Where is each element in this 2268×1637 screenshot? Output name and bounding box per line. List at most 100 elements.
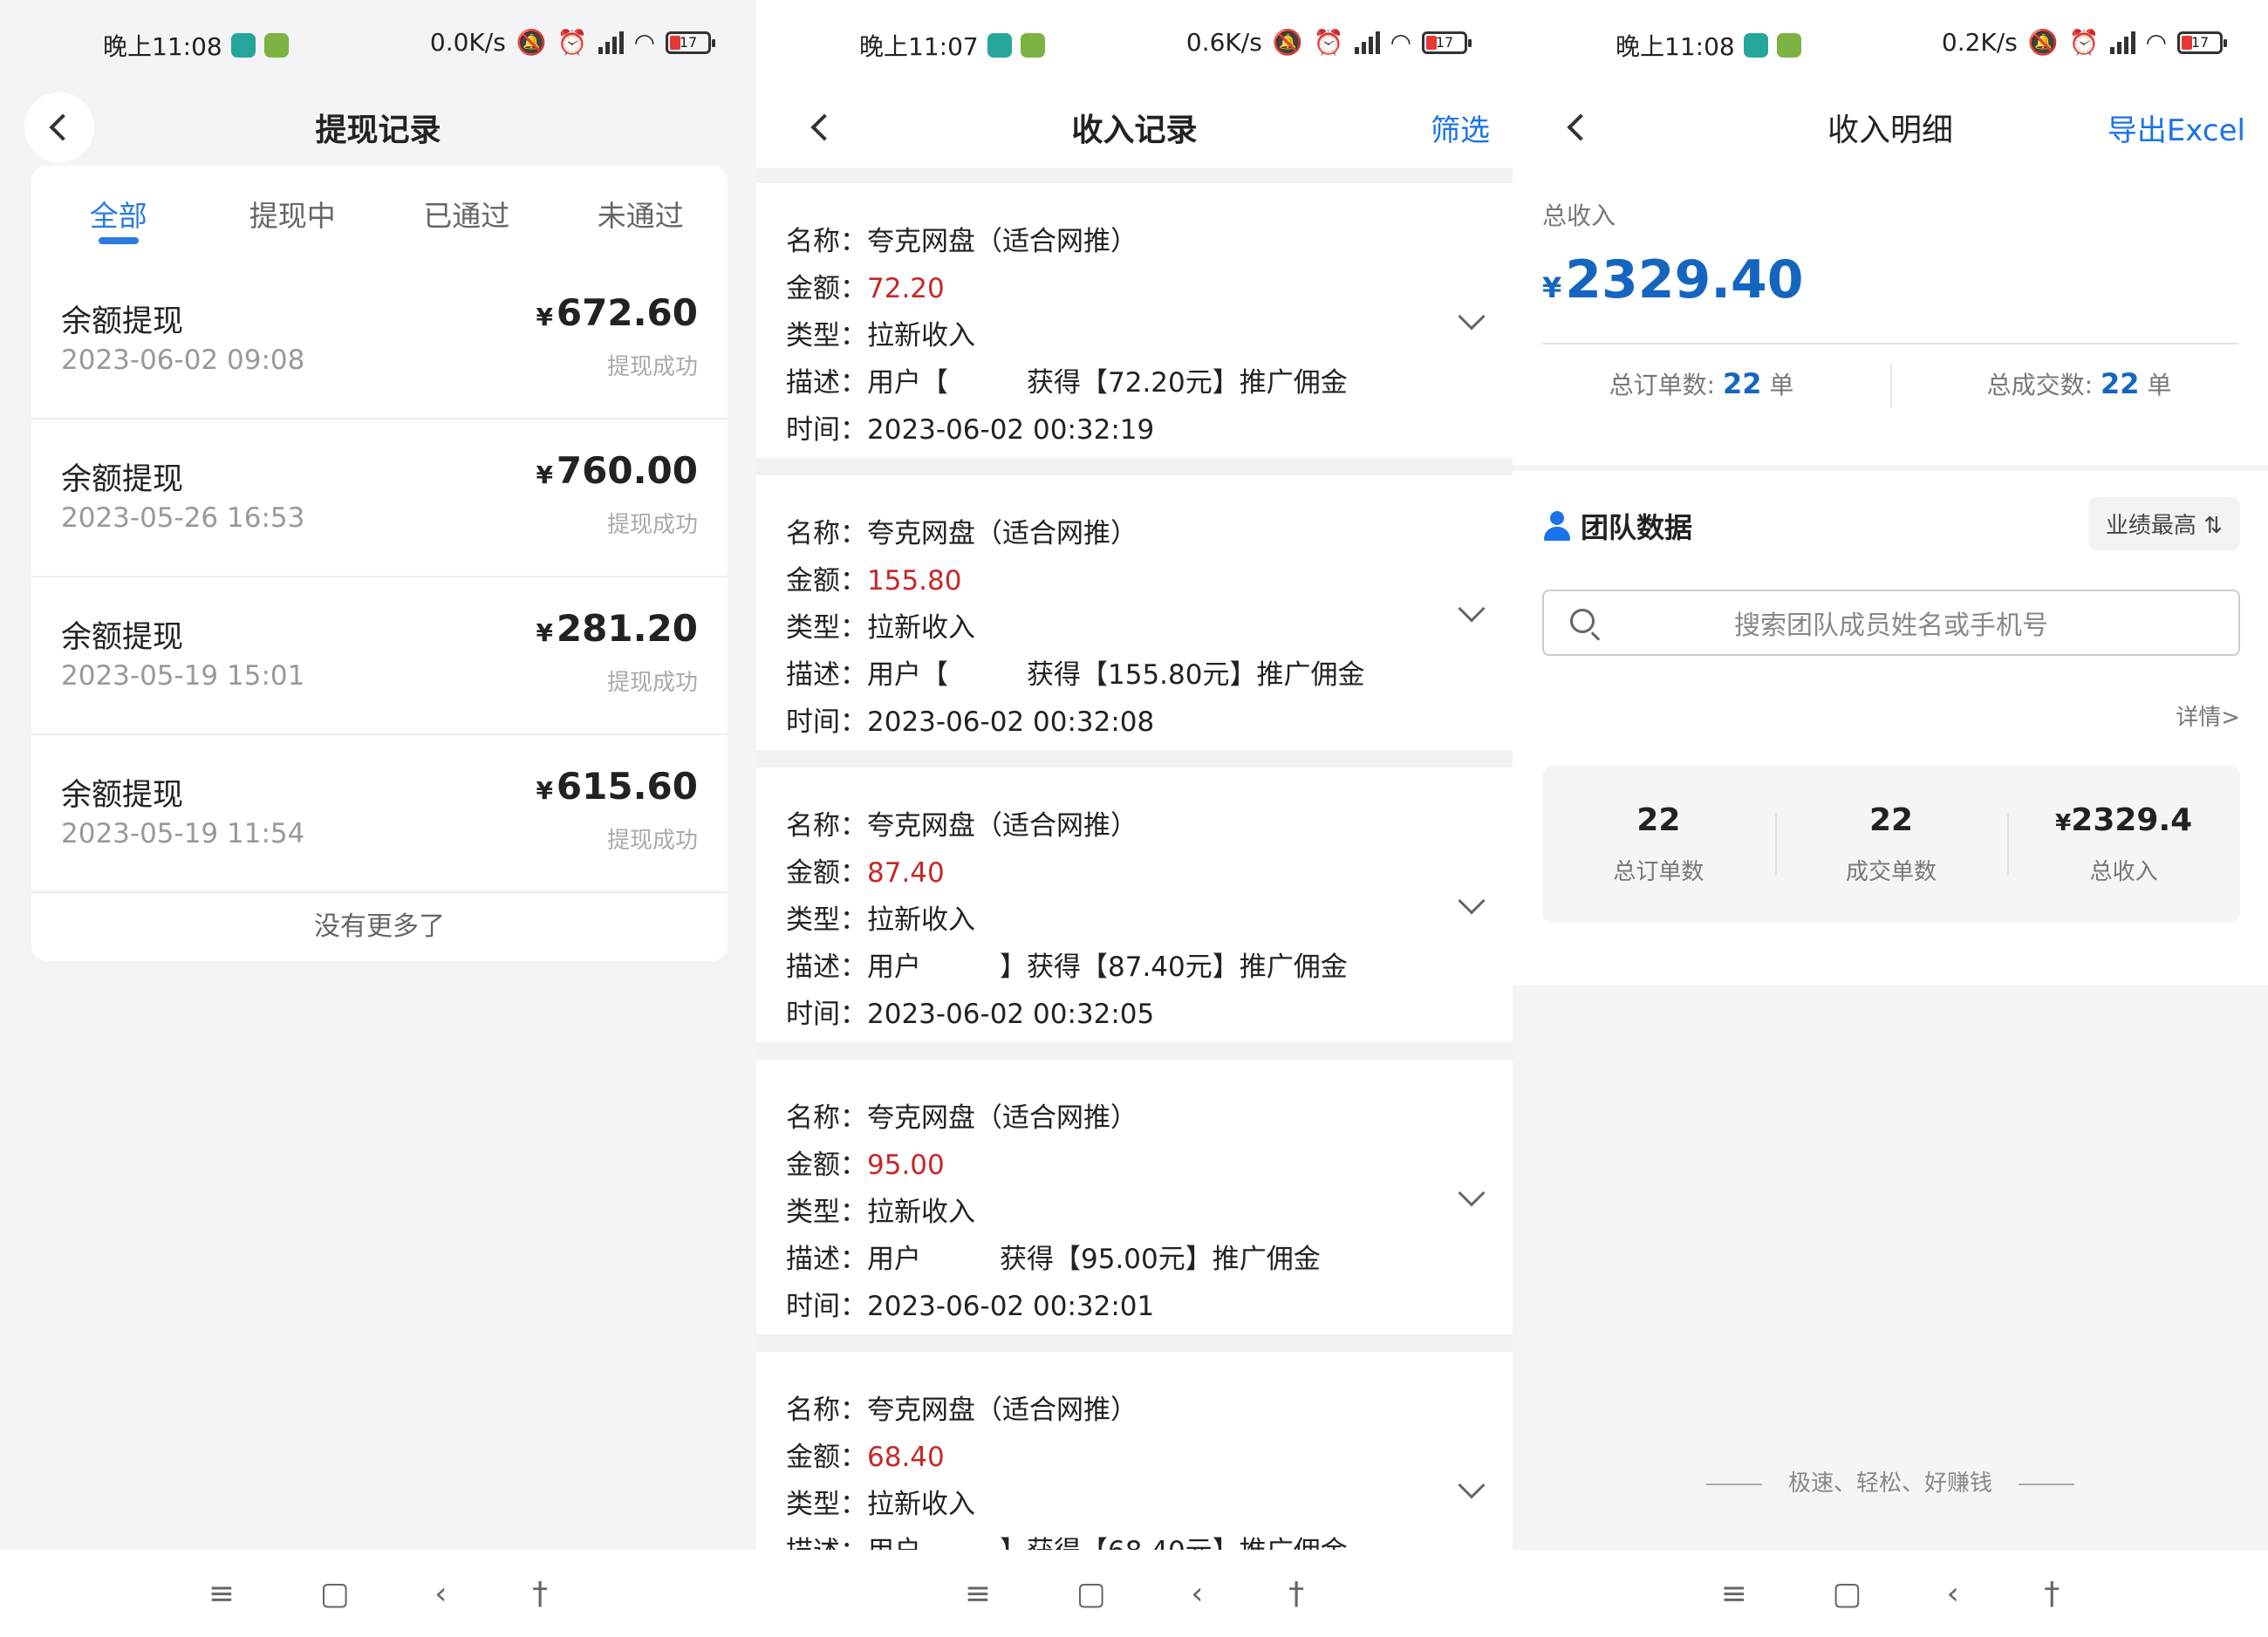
sort-icon: ⇅ (2203, 513, 2223, 539)
field-label: 时间： (786, 1291, 867, 1322)
wifi-icon: ◠ (2145, 28, 2167, 57)
menu-icon[interactable]: ≡ (208, 1576, 235, 1612)
field-label: 描述： (786, 1244, 867, 1275)
stat-value: 22 (1722, 367, 1762, 400)
wifi-icon: ◠ (633, 28, 655, 57)
mute-icon: 🔕 (516, 28, 547, 57)
app-notification-icon (987, 33, 1012, 58)
back-button[interactable] (24, 92, 94, 162)
menu-icon[interactable]: ≡ (1721, 1576, 1747, 1612)
field-label: 名称： (786, 518, 867, 549)
details-link[interactable]: 详情> (2176, 699, 2240, 732)
home-icon[interactable]: ▢ (320, 1576, 350, 1612)
withdraw-date: 2023-05-19 11:54 (61, 818, 305, 849)
income-amount-row: 金额：95.00 (786, 1145, 1513, 1192)
withdraw-date: 2023-06-02 09:08 (61, 344, 305, 376)
signal-icon (598, 31, 624, 54)
chevron-left-icon (1567, 113, 1595, 141)
income-time: 2023-06-02 00:32:05 (867, 999, 1155, 1030)
alarm-icon: ⏰ (2068, 28, 2100, 57)
status-time: 晚上11:08 (1616, 32, 1735, 61)
network-speed: 0.2K/s (1941, 28, 2018, 57)
back-button[interactable] (796, 103, 845, 152)
alarm-icon: ⏰ (557, 28, 588, 57)
withdraw-status: 提现成功 (606, 354, 698, 380)
sort-button[interactable]: 业绩最高 ⇅ (2087, 497, 2240, 550)
income-type: 拉新收入 (867, 1489, 975, 1520)
field-label: 金额： (786, 565, 867, 597)
withdraw-amount: ¥672.60 (536, 291, 698, 334)
filter-button[interactable]: 筛选 (1431, 106, 1490, 149)
income-card[interactable]: 名称：夸克网盘（适合网推） 金额：155.80 类型：拉新收入 描述：用户【 获得… (756, 475, 1513, 750)
tab-processing[interactable]: 提现中 (206, 166, 380, 262)
signal-icon (2109, 31, 2135, 54)
back-button[interactable] (1553, 103, 1602, 152)
withdraw-row[interactable]: 余额提现 2023-05-19 15:01 ¥281.20 提现成功 (31, 577, 728, 735)
divider (1542, 343, 2238, 344)
tab-all[interactable]: 全部 (31, 166, 206, 262)
field-label: 描述： (786, 659, 867, 691)
app-notification-icon (230, 33, 256, 58)
app-notification-icon (1743, 33, 1768, 58)
withdraw-row[interactable]: 余额提现 2023-06-02 09:08 ¥672.60 提现成功 (31, 262, 728, 419)
income-time-row: 时间：2023-06-02 00:32:01 (786, 1286, 1513, 1333)
team-search-input[interactable]: 搜索团队成员姓名或手机号 (1542, 590, 2240, 656)
withdraw-card: 全部 提现中 已通过 未通过 余额提现 2023-06-02 09:08 ¥67… (31, 166, 728, 961)
accessibility-icon[interactable]: † (1288, 1576, 1304, 1612)
team-data-section: 团队数据 业绩最高 ⇅ 搜索团队成员姓名或手机号 详情> 22 总订单数 22 成交… (1513, 471, 2268, 986)
stat-income: ¥2329.4 总收入 (2007, 766, 2240, 923)
back-icon[interactable]: ‹ (1191, 1576, 1203, 1612)
chevron-left-icon (49, 113, 77, 141)
income-card[interactable]: 名称：夸克网盘（适合网推） 金额：95.00 类型：拉新收入 描述：用户 获得【9… (756, 1060, 1513, 1334)
mute-icon: 🔕 (1272, 28, 1303, 57)
stat-value: 22 (2100, 367, 2140, 400)
back-icon[interactable]: ‹ (1947, 1576, 1959, 1612)
stat-label: 总收入 (2089, 859, 2158, 885)
total-amount: 2329.40 (1565, 249, 1804, 310)
field-label: 时间： (786, 706, 867, 738)
export-excel-button[interactable]: 导出Excel (2107, 106, 2245, 149)
menu-icon[interactable]: ≡ (965, 1576, 991, 1612)
stat-value: 22 (1868, 802, 1914, 838)
home-icon[interactable]: ▢ (1832, 1576, 1862, 1612)
withdraw-title: 余额提现 (61, 462, 184, 497)
withdraw-status: 提现成功 (606, 670, 698, 696)
page-title: 收入记录 (1071, 113, 1198, 148)
field-label: 类型： (786, 1197, 867, 1228)
wechat-notification-icon (263, 33, 289, 58)
battery-icon: 17 (1422, 31, 1472, 54)
currency-symbol: ¥ (2055, 810, 2072, 836)
home-icon[interactable]: ▢ (1076, 1576, 1106, 1612)
income-time: 2023-06-02 00:32:08 (867, 706, 1155, 738)
income-type: 拉新收入 (867, 904, 975, 936)
income-name: 夸克网盘（适合网推） (867, 518, 1137, 549)
back-icon[interactable]: ‹ (434, 1576, 447, 1612)
slogan-text: 极速、轻松、好赚钱 (1787, 1470, 1992, 1497)
withdraw-amount: ¥281.20 (536, 607, 698, 650)
income-amount-row: 金额：68.40 (786, 1437, 1513, 1484)
withdraw-row[interactable]: 余额提现 2023-05-19 11:54 ¥615.60 提现成功 (31, 735, 728, 893)
battery-icon: 17 (2177, 31, 2227, 54)
income-amount: 155.80 (867, 565, 962, 597)
income-card[interactable]: 名称：夸克网盘（适合网推） 金额：72.20 类型：拉新收入 描述：用户【 获得【… (756, 183, 1513, 458)
income-name-row: 名称：夸克网盘（适合网推） (786, 1098, 1513, 1145)
tab-rejected[interactable]: 未通过 (554, 166, 728, 262)
income-card[interactable]: 名称：夸克网盘（适合网推） 金额：87.40 类型：拉新收入 描述：用户 】获得【… (756, 767, 1513, 1042)
income-desc-row: 描述：用户【 获得【72.20元】推广佣金 (786, 363, 1513, 410)
total-orders-stat: 总订单数: 22 单 (1513, 366, 1890, 401)
status-bar: 晚上11:08 0.0K/s 🔕 ⏰ ◠ 17 (0, 0, 756, 87)
search-icon (1570, 609, 1595, 633)
team-title-label: 团队数据 (1581, 511, 1693, 544)
accessibility-icon[interactable]: † (532, 1576, 548, 1612)
tab-approved[interactable]: 已通过 (379, 166, 554, 262)
desc-prefix: 用户 (867, 1244, 921, 1275)
field-label: 名称： (786, 810, 867, 842)
withdraw-row[interactable]: 余额提现 2023-05-26 16:53 ¥760.00 提现成功 (31, 419, 728, 577)
amount-value: 672.60 (556, 291, 698, 334)
field-label: 名称： (786, 1102, 867, 1134)
withdraw-title: 余额提现 (61, 304, 184, 339)
income-amount: 68.40 (867, 1442, 945, 1473)
desc-suffix: 】获得【87.40元】推广佣金 (1000, 952, 1348, 983)
accessibility-icon[interactable]: † (2044, 1576, 2060, 1612)
amount-value: 760.00 (556, 449, 698, 492)
